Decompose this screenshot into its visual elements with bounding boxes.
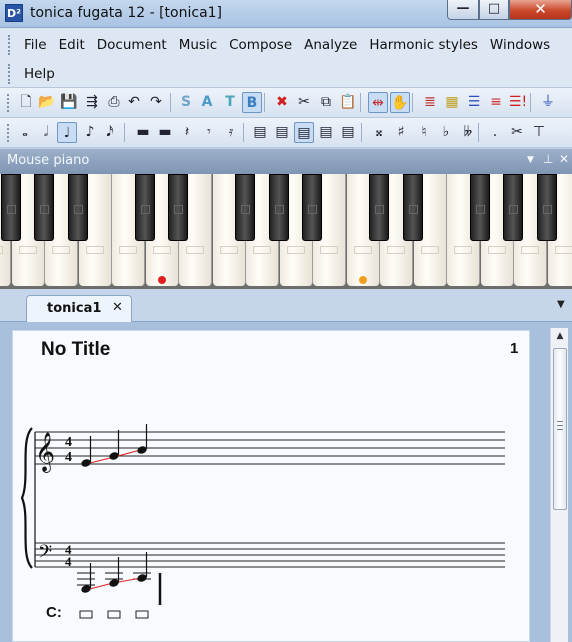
application-window: D² tonica fugata 12 - [tonica1] — □ ✕ Fi…	[0, 0, 572, 642]
score-title[interactable]: No Title	[41, 339, 110, 361]
time-sig-treble-numerator: 4	[65, 435, 72, 450]
bass-notes	[77, 552, 151, 593]
treble-notes	[81, 424, 148, 467]
time-sig-treble-denominator: 4	[65, 450, 72, 465]
chord-input-boxes	[79, 610, 149, 619]
time-sig-bass-denominator: 4	[65, 554, 72, 569]
bass-clef: 𝄢	[38, 542, 52, 567]
vertical-scrollbar[interactable]: ▲	[550, 328, 568, 642]
treble-clef: 𝄞	[35, 432, 55, 473]
page-number: 1	[510, 340, 519, 357]
score-notation[interactable]: 𝄞 𝄢 4 4 4 4	[0, 0, 572, 642]
chord-key-label: C:	[46, 604, 62, 621]
system-brace	[20, 427, 33, 569]
scroll-up-icon[interactable]: ▲	[553, 328, 567, 344]
bass-staff	[35, 542, 505, 568]
scroll-thumb[interactable]	[553, 348, 567, 510]
